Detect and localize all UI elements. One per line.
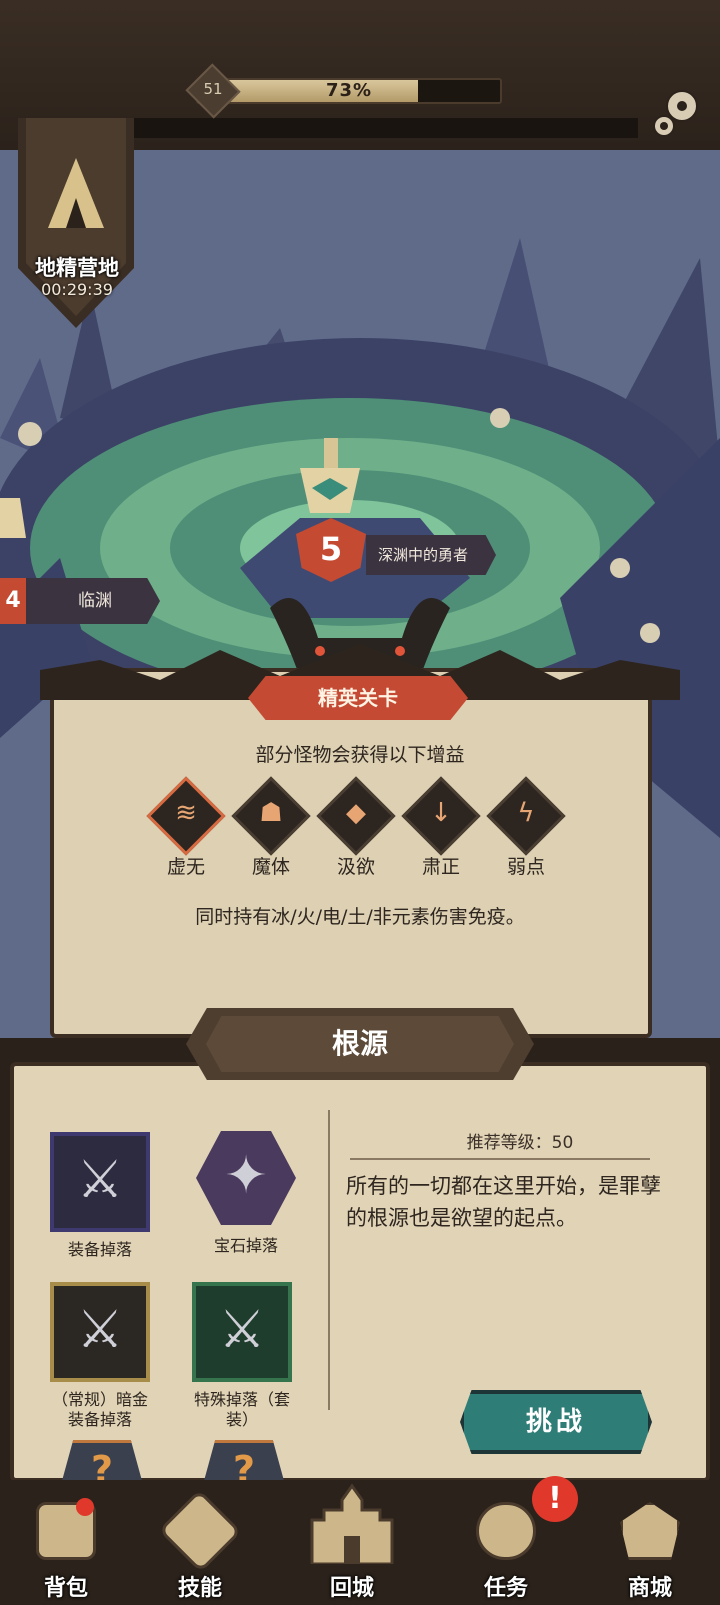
current-stage-name[interactable]: 深渊中的勇者	[366, 535, 496, 575]
elite-subtitle: 部分怪物会获得以下增益	[255, 744, 465, 766]
stage-title: 根源	[206, 1016, 514, 1072]
skull-decor	[610, 558, 630, 578]
frame-bar	[128, 118, 638, 138]
nav-label: 回城	[329, 1576, 374, 1601]
quest-alert-icon: !	[532, 1476, 578, 1522]
current-stage-number: 5	[319, 530, 343, 568]
nav-return-town[interactable]: 回城	[302, 1480, 402, 1601]
castle-icon	[310, 1483, 394, 1564]
nav-label: 任务	[483, 1576, 528, 1601]
drop-label: 装备掉落	[67, 1240, 132, 1259]
stage-lore: 所有的一切都在这里开始，是罪孽的根源也是欲望的起点。	[346, 1174, 661, 1230]
buff-label: 汲欲	[336, 856, 375, 878]
drop-label: （常规）暗金 装备掉落	[51, 1390, 148, 1429]
prev-stage-number: 4	[0, 578, 26, 624]
nav-label: 商城	[627, 1576, 672, 1601]
buff-label: 弱点	[506, 856, 545, 878]
level-number: 51	[203, 80, 223, 98]
buff-label: 肃正	[421, 856, 460, 878]
xp-progress-text: 73%	[325, 80, 373, 101]
settings-gear-icon[interactable]	[648, 86, 706, 144]
quest-scroll-icon	[476, 1502, 536, 1560]
recommend-underline	[350, 1158, 650, 1160]
game-screen: 73% 51 地精营地 00:29:39 5 深渊中的勇者 临渊 4 精英关卡 …	[0, 0, 720, 1605]
camp-name: 地精营地	[35, 256, 119, 280]
notification-dot	[76, 1498, 94, 1516]
challenge-button[interactable]: 挑战	[460, 1390, 652, 1454]
buff-label: 魔体	[251, 856, 290, 878]
skull-decor	[490, 408, 510, 428]
drop-label: 特殊掉落（套 装）	[193, 1390, 290, 1429]
skull-decor	[18, 422, 42, 446]
elite-description: 同时持有冰/火/电/土/非元素伤害免疫。	[195, 906, 525, 928]
drop-label: 宝石掉落	[213, 1236, 278, 1255]
panel-divider	[328, 1110, 330, 1410]
camp-timer: 00:29:39	[41, 280, 113, 299]
nav-label: 背包	[43, 1576, 88, 1601]
xp-progress-bar: 73%	[196, 78, 502, 104]
elite-stage-title: 精英关卡	[248, 676, 468, 720]
nav-backpack[interactable]: 背包	[16, 1492, 116, 1602]
stage-beacon	[324, 438, 338, 468]
nav-label: 技能	[177, 1576, 222, 1601]
shop-icon	[620, 1502, 680, 1560]
nav-skills[interactable]: 技能	[150, 1489, 250, 1602]
recommended-level: 推荐等级：50	[466, 1133, 574, 1153]
nav-shop[interactable]: 商城	[600, 1492, 700, 1602]
skill-icon	[158, 1489, 242, 1573]
buff-label: 虚无	[166, 856, 205, 878]
